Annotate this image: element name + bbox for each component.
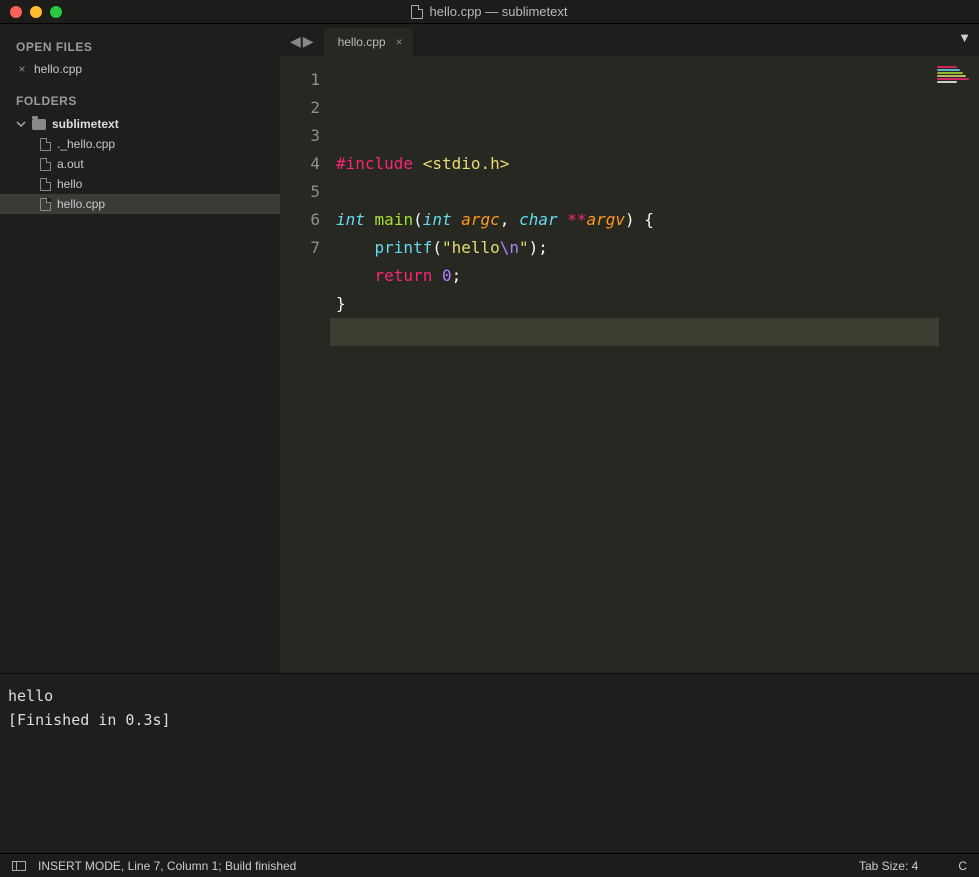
status-text: INSERT MODE, Line 7, Column 1; Build fin… — [38, 859, 296, 873]
open-file-label: hello.cpp — [34, 62, 82, 76]
open-file-item[interactable]: × hello.cpp — [0, 60, 280, 78]
titlebar: hello.cpp — sublimetext — [0, 0, 979, 24]
code-line[interactable]: int main(int argc, char **argv) { — [336, 206, 979, 234]
close-icon[interactable]: × — [16, 62, 28, 76]
file-icon — [40, 178, 51, 191]
open-files-list: × hello.cpp — [0, 60, 280, 78]
maximize-window-button[interactable] — [50, 6, 62, 18]
code-line[interactable] — [336, 178, 979, 206]
line-number: 3 — [280, 122, 320, 150]
code-line[interactable]: #include <stdio.h> — [336, 150, 979, 178]
line-number: 5 — [280, 178, 320, 206]
file-icon — [40, 138, 51, 151]
line-number: 7 — [280, 234, 320, 262]
folders-heading: FOLDERS — [0, 78, 280, 114]
file-item[interactable]: hello — [0, 174, 280, 194]
code-line[interactable] — [330, 318, 939, 346]
file-label: a.out — [57, 157, 84, 171]
gutter: 1234567 — [280, 56, 330, 673]
tab-active[interactable]: hello.cpp × — [324, 28, 413, 56]
line-number: 2 — [280, 94, 320, 122]
open-files-heading: OPEN FILES — [0, 24, 280, 60]
chevron-down-icon[interactable] — [16, 119, 26, 129]
file-label: hello — [57, 177, 82, 191]
folder-icon — [32, 119, 46, 130]
code-line[interactable]: return 0; — [336, 262, 979, 290]
tab-history-nav: ◀ ▶ — [280, 33, 324, 56]
file-icon — [40, 158, 51, 171]
file-label: ._hello.cpp — [57, 137, 115, 151]
close-icon[interactable]: × — [396, 35, 403, 49]
file-label: hello.cpp — [57, 197, 105, 211]
status-bar: INSERT MODE, Line 7, Column 1; Build fin… — [0, 853, 979, 877]
minimize-window-button[interactable] — [30, 6, 42, 18]
file-item[interactable]: hello.cpp — [0, 194, 280, 214]
main-area: OPEN FILES × hello.cpp FOLDERS sublimetex… — [0, 24, 979, 673]
tab-label: hello.cpp — [338, 35, 386, 49]
folder-root-label: sublimetext — [52, 117, 119, 131]
panel-toggle-icon[interactable] — [12, 861, 26, 871]
code-line[interactable]: } — [336, 290, 979, 318]
file-icon — [411, 5, 423, 19]
tab-size-indicator[interactable]: Tab Size: 4 — [859, 859, 918, 873]
folder-root[interactable]: sublimetext — [0, 114, 280, 134]
nav-forward-icon[interactable]: ▶ — [303, 33, 314, 50]
folder-children: ._hello.cpp a.out hello hello.cpp — [0, 134, 280, 214]
tab-overflow-icon[interactable]: ▼ — [958, 30, 971, 45]
close-window-button[interactable] — [10, 6, 22, 18]
line-number: 6 — [280, 206, 320, 234]
tab-bar: ◀ ▶ hello.cpp × ▼ — [280, 24, 979, 56]
folder-tree: sublimetext ._hello.cpp a.out hello hello.c… — [0, 114, 280, 222]
editor-region: ◀ ▶ hello.cpp × ▼ 1234567 #include <stdi… — [280, 24, 979, 673]
line-number: 1 — [280, 66, 320, 94]
file-icon — [40, 198, 51, 211]
file-item[interactable]: a.out — [0, 154, 280, 174]
build-output-panel[interactable]: hello[Finished in 0.3s] — [0, 673, 979, 853]
output-line: [Finished in 0.3s] — [8, 708, 971, 732]
sidebar: OPEN FILES × hello.cpp FOLDERS sublimetex… — [0, 24, 280, 673]
code-area[interactable]: #include <stdio.h> int main(int argc, ch… — [330, 56, 979, 673]
minimap[interactable] — [937, 66, 973, 86]
line-number: 4 — [280, 150, 320, 178]
nav-back-icon[interactable]: ◀ — [290, 33, 301, 50]
window-controls — [0, 6, 62, 18]
code-line[interactable]: printf("hello\n"); — [336, 234, 979, 262]
window-title-text: hello.cpp — sublimetext — [429, 4, 567, 19]
window-title: hello.cpp — sublimetext — [0, 4, 979, 19]
file-item[interactable]: ._hello.cpp — [0, 134, 280, 154]
output-line: hello — [8, 684, 971, 708]
syntax-indicator[interactable]: C — [958, 859, 967, 873]
editor[interactable]: 1234567 #include <stdio.h> int main(int … — [280, 56, 979, 673]
